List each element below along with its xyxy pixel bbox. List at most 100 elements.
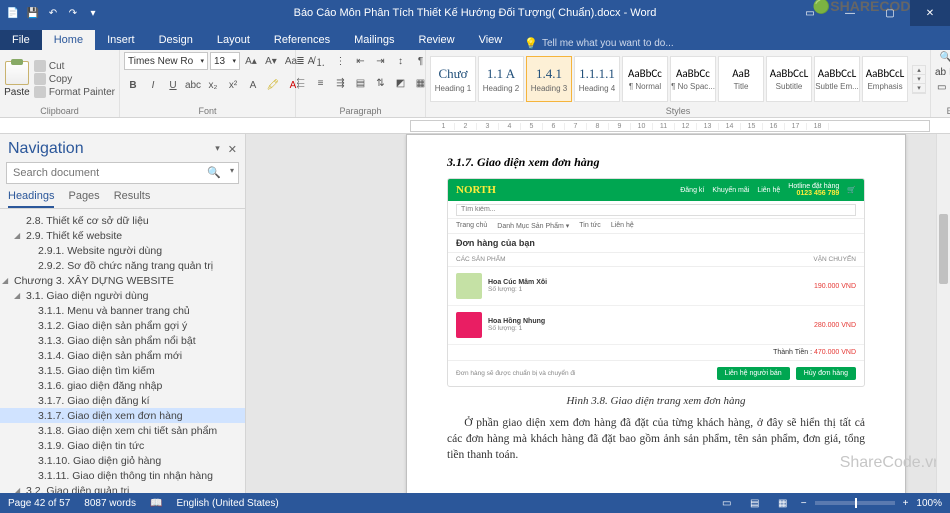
nav-heading-item[interactable]: 3.1.4. Giao diện sản phẩm mới	[0, 348, 245, 363]
nav-heading-item[interactable]: 2.9.2. Sơ đồ chức năng trang quản trị	[0, 258, 245, 273]
style-heading-1[interactable]: ChươHeading 1	[430, 56, 476, 102]
zoom-out-button[interactable]: −	[801, 498, 807, 509]
format-painter-button[interactable]: Format Painter	[34, 86, 115, 98]
minimize-button[interactable]: —	[830, 0, 870, 26]
style-heading-4[interactable]: 1.1.1.1Heading 4	[574, 56, 620, 102]
read-mode-button[interactable]: ▭	[717, 495, 737, 511]
style--no-spac-[interactable]: AaBbCc¶ No Spac...	[670, 56, 716, 102]
tab-layout[interactable]: Layout	[205, 30, 262, 50]
multilevel-list-button[interactable]: ⋮	[332, 52, 350, 70]
nav-heading-item[interactable]: 3.1.7. Giao diện đăng kí	[0, 393, 245, 408]
nav-heading-item[interactable]: 3.1.8. Giao diện xem chi tiết sản phẩm	[0, 423, 245, 438]
style-heading-2[interactable]: 1.1 AHeading 2	[478, 56, 524, 102]
document-area[interactable]: 3.1.7. Giao diện xem đơn hàng NORTH Đăng…	[246, 134, 950, 499]
strikethrough-button[interactable]: abc	[184, 76, 202, 94]
zoom-level[interactable]: 100%	[916, 498, 942, 509]
qat-customize-icon[interactable]: ▾	[86, 6, 100, 20]
select-button[interactable]: ▭Select▾	[937, 82, 950, 93]
nav-tree[interactable]: 2.8. Thiết kế cơ sở dữ liệu◢2.9. Thiết k…	[0, 209, 245, 499]
nav-heading-item[interactable]: ◢3.1. Giao diện người dùng	[0, 288, 245, 303]
search-icon[interactable]: 🔍	[207, 166, 221, 179]
style-heading-3[interactable]: 1.4.1Heading 3	[526, 56, 572, 102]
numbering-button[interactable]: ⒈	[312, 52, 330, 70]
style-emphasis[interactable]: AaBbCcLEmphasis	[862, 56, 908, 102]
nav-menu-icon[interactable]: ▾	[215, 143, 220, 156]
line-spacing-button[interactable]: ⇅	[372, 74, 390, 92]
vertical-scrollbar[interactable]	[936, 134, 950, 499]
styles-gallery[interactable]: ChươHeading 11.1 AHeading 21.4.1Heading …	[430, 56, 908, 102]
font-size-combo[interactable]: 13▾	[210, 52, 240, 70]
nav-close-button[interactable]: ✕	[228, 143, 237, 156]
nav-heading-item[interactable]: 3.1.11. Giao diện thông tin nhận hàng	[0, 468, 245, 483]
status-language[interactable]: English (United States)	[176, 498, 278, 509]
copy-button[interactable]: Copy	[34, 73, 115, 85]
italic-button[interactable]: I	[144, 76, 162, 94]
horizontal-ruler[interactable]: 123456789101112131415161718	[410, 120, 930, 132]
nav-heading-item[interactable]: 2.9.1. Website người dùng	[0, 243, 245, 258]
nav-tab-pages[interactable]: Pages	[68, 190, 99, 208]
nav-heading-item[interactable]: 3.1.2. Giao diện sản phẩm gợi ý	[0, 318, 245, 333]
nav-heading-item[interactable]: 2.8. Thiết kế cơ sở dữ liệu	[0, 213, 245, 228]
underline-button[interactable]: U	[164, 76, 182, 94]
find-button[interactable]: 🔍Find▾	[940, 52, 950, 63]
status-words[interactable]: 8087 words	[84, 498, 136, 509]
sort-button[interactable]: ↕	[392, 52, 410, 70]
style-title[interactable]: AaBTitle	[718, 56, 764, 102]
font-name-combo[interactable]: Times New Ro▾	[124, 52, 208, 70]
tab-references[interactable]: References	[262, 30, 342, 50]
grow-font-button[interactable]: A▴	[242, 52, 260, 70]
search-options-icon[interactable]: ▾	[230, 166, 234, 175]
highlight-button[interactable]: 🖍	[264, 76, 282, 94]
nav-heading-item[interactable]: ◢2.9. Thiết kế website	[0, 228, 245, 243]
nav-tab-headings[interactable]: Headings	[8, 190, 54, 208]
tab-review[interactable]: Review	[407, 30, 467, 50]
redo-icon[interactable]: ↷	[66, 6, 80, 20]
tab-mailings[interactable]: Mailings	[342, 30, 406, 50]
shrink-font-button[interactable]: A▾	[262, 52, 280, 70]
tab-design[interactable]: Design	[147, 30, 205, 50]
nav-heading-item[interactable]: 3.1.9. Giao diện tin tức	[0, 438, 245, 453]
cut-button[interactable]: Cut	[34, 60, 115, 72]
ribbon-display-options[interactable]: ▭	[790, 0, 830, 26]
subscript-button[interactable]: x₂	[204, 76, 222, 94]
decrease-indent-button[interactable]: ⇤	[352, 52, 370, 70]
tab-file[interactable]: File	[0, 30, 42, 50]
web-layout-button[interactable]: ▦	[773, 495, 793, 511]
style-subtle-em-[interactable]: AaBbCcLSubtle Em...	[814, 56, 860, 102]
tab-view[interactable]: View	[467, 30, 515, 50]
tab-home[interactable]: Home	[42, 30, 95, 50]
bullets-button[interactable]: ≣	[292, 52, 310, 70]
style-subtitle[interactable]: AaBbCcLSubtitle	[766, 56, 812, 102]
maximize-button[interactable]: ▢	[870, 0, 910, 26]
justify-button[interactable]: ▤	[352, 74, 370, 92]
bold-button[interactable]: B	[124, 76, 142, 94]
align-right-button[interactable]: ⇶	[332, 74, 350, 92]
status-page[interactable]: Page 42 of 57	[8, 498, 70, 509]
nav-heading-item[interactable]: ◢Chương 3. XÂY DỰNG WEBSITE	[0, 273, 245, 288]
print-layout-button[interactable]: ▤	[745, 495, 765, 511]
nav-heading-item[interactable]: 3.1.7. Giao diện xem đơn hàng	[0, 408, 245, 423]
shading-button[interactable]: ◩	[392, 74, 410, 92]
close-button[interactable]: ✕	[910, 0, 950, 26]
styles-scroll[interactable]: ▴▾▾	[912, 65, 926, 94]
align-left-button[interactable]: ⬱	[292, 74, 310, 92]
zoom-slider[interactable]	[815, 501, 895, 505]
nav-heading-item[interactable]: 3.1.3. Giao diện sản phẩm nổi bật	[0, 333, 245, 348]
style--normal[interactable]: AaBbCc¶ Normal	[622, 56, 668, 102]
document-page[interactable]: 3.1.7. Giao diện xem đơn hàng NORTH Đăng…	[406, 134, 906, 499]
nav-heading-item[interactable]: 3.1.6. giao diện đăng nhập	[0, 378, 245, 393]
nav-tab-results[interactable]: Results	[114, 190, 151, 208]
nav-search-input[interactable]	[6, 162, 239, 184]
zoom-in-button[interactable]: +	[903, 498, 909, 509]
paste-button[interactable]: Paste	[4, 61, 30, 98]
nav-heading-item[interactable]: 3.1.5. Giao diện tìm kiếm	[0, 363, 245, 378]
replace-button[interactable]: abReplace	[935, 67, 950, 78]
superscript-button[interactable]: x²	[224, 76, 242, 94]
text-effects-button[interactable]: A	[244, 76, 262, 94]
tab-insert[interactable]: Insert	[95, 30, 147, 50]
nav-heading-item[interactable]: 3.1.1. Menu và banner trang chủ	[0, 303, 245, 318]
status-spellcheck-icon[interactable]: 📖	[150, 498, 162, 509]
increase-indent-button[interactable]: ⇥	[372, 52, 390, 70]
align-center-button[interactable]: ≡	[312, 74, 330, 92]
tell-me[interactable]: 💡Tell me what you want to do...	[524, 37, 673, 50]
